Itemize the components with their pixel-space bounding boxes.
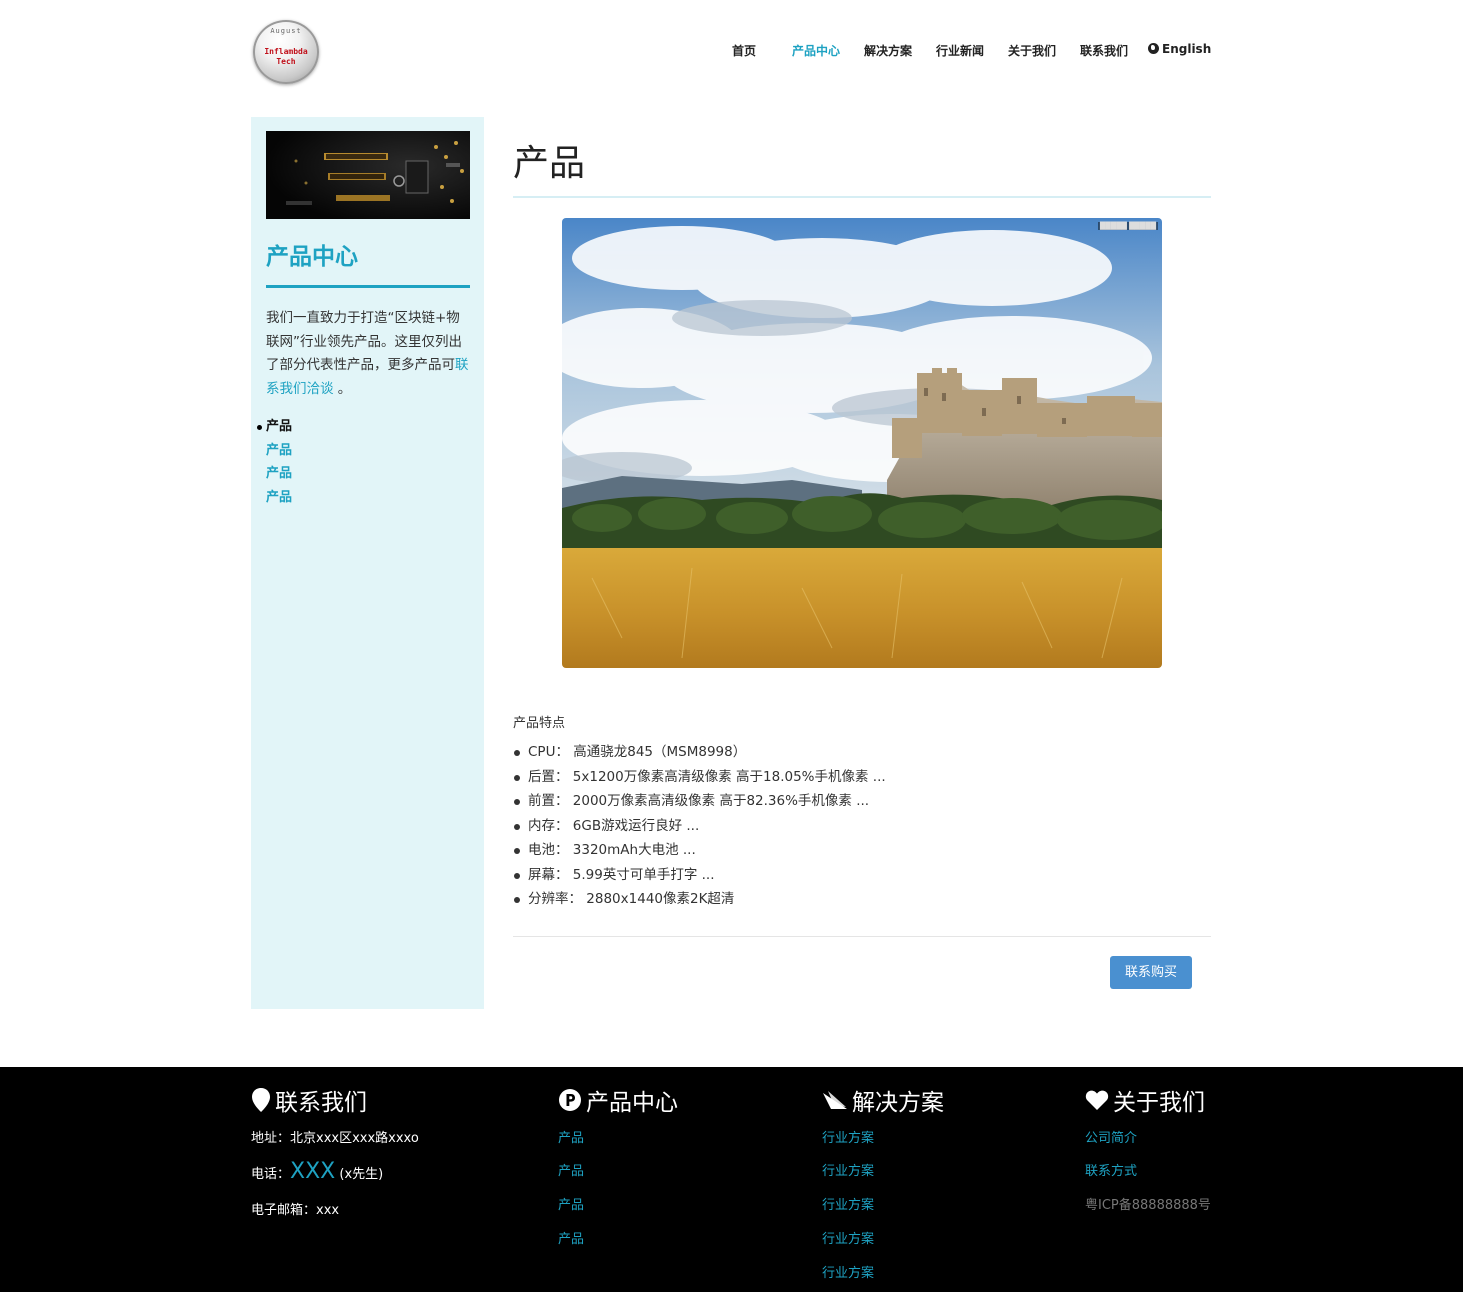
sidebar-item-product-2[interactable]: 产品 — [266, 439, 292, 463]
footer-phone-number[interactable]: XXX — [290, 1159, 335, 1184]
main-nav: 首页 产品中心 解决方案 行业新闻 关于我们 联系我们 English — [0, 42, 1463, 60]
footer-product-link[interactable]: 产品 — [558, 1160, 584, 1179]
product-image: █████ █████ — [562, 218, 1162, 668]
nav-item-products[interactable]: 产品中心 — [792, 42, 840, 59]
nav-item-news[interactable]: 行业新闻 — [936, 42, 984, 59]
sidebar-item-product-4[interactable]: 产品 — [266, 486, 292, 510]
footer: 联系我们 地址：北京xxx区xxx路xxxo 电话：XXX (x先生) 电子邮箱… — [0, 1067, 1463, 1292]
footer-solution-link[interactable]: 行业方案 — [822, 1262, 874, 1281]
image-watermark: █████ █████ — [1097, 222, 1158, 230]
logo-line-1: August — [270, 27, 302, 35]
footer-icp-record: 粤ICP备88888888号 — [1085, 1198, 1211, 1213]
footer-product-link[interactable]: 产品 — [558, 1228, 584, 1247]
footer-phone: 电话：XXX (x先生) — [251, 1159, 383, 1184]
heart-icon — [1085, 1090, 1109, 1110]
nav-english-label: English — [1162, 42, 1212, 56]
page-title: 产品 — [513, 143, 586, 184]
sidebar-title: 产品中心 — [266, 244, 358, 270]
sidebar-description: 我们一直致力于打造“区块链+物联网”行业领先产品。这里仅列出了部分代表性产品，更… — [266, 307, 471, 401]
footer-product-link[interactable]: 产品 — [558, 1194, 584, 1213]
footer-product-link[interactable]: 产品 — [558, 1127, 584, 1146]
footer-about-column: 关于我们 公司简介 联系方式 粤ICP备88888888号 — [1085, 1085, 1255, 1285]
footer-solution-link[interactable]: 行业方案 — [822, 1127, 874, 1146]
sidebar-product-list: 产品 产品 产品 产品 — [256, 415, 292, 510]
footer-products-header: 产品中心 — [558, 1085, 758, 1116]
nav-item-contact[interactable]: 联系我们 — [1080, 42, 1128, 59]
sidebar-description-end: 。 — [337, 380, 352, 397]
footer-solution-link[interactable]: 行业方案 — [822, 1194, 874, 1213]
footer-contact-header: 联系我们 — [251, 1085, 531, 1116]
title-divider — [513, 196, 1211, 198]
footer-contact-column: 联系我们 地址：北京xxx区xxx路xxxo 电话：XXX (x先生) 电子邮箱… — [251, 1085, 531, 1285]
sidebar-item-product-1[interactable]: 产品 — [256, 415, 292, 439]
sidebar-item-product-3[interactable]: 产品 — [266, 462, 292, 486]
features-heading: 产品特点 — [513, 716, 566, 731]
footer-phone-suffix: (x先生) — [339, 1167, 384, 1182]
sidebar-circuit-image — [266, 131, 470, 219]
footer-solutions-column: 解决方案 行业方案 行业方案 行业方案 行业方案 行业方案 — [822, 1085, 1022, 1292]
feature-item: 电池： 3320mAh大电池 ... — [513, 838, 886, 863]
parking-icon — [559, 1089, 581, 1111]
feature-item: CPU： 高通骁龙845（MSM8998） — [513, 740, 886, 765]
contact-purchase-button[interactable]: 联系购买 — [1110, 956, 1192, 989]
content-divider — [513, 936, 1211, 937]
nav-item-about[interactable]: 关于我们 — [1008, 42, 1056, 59]
footer-products-title: 产品中心 — [586, 1090, 678, 1116]
footer-email: 电子邮箱：xxx — [251, 1203, 340, 1218]
footer-solutions-title: 解决方案 — [852, 1090, 944, 1116]
footer-solution-link[interactable]: 行业方案 — [822, 1160, 874, 1179]
footer-phone-label: 电话： — [251, 1167, 291, 1182]
map-marker-icon — [252, 1088, 270, 1112]
globe-icon — [1148, 43, 1159, 54]
footer-company-intro-link[interactable]: 公司简介 — [1085, 1127, 1137, 1146]
footer-products-column: 产品中心 产品 产品 产品 产品 — [558, 1085, 758, 1285]
footer-about-header: 关于我们 — [1085, 1085, 1255, 1116]
feature-item: 前置： 2000万像素高清级像素 高于82.36%手机像素 ... — [513, 789, 886, 814]
feature-item: 分辨率： 2880x1440像素2K超清 — [513, 887, 886, 912]
feature-item: 后置： 5x1200万像素高清级像素 高于18.05%手机像素 ... — [513, 765, 886, 790]
footer-address: 地址：北京xxx区xxx路xxxo — [251, 1131, 419, 1146]
footer-solutions-header: 解决方案 — [822, 1085, 1022, 1116]
footer-about-title: 关于我们 — [1113, 1090, 1205, 1116]
footer-solution-link[interactable]: 行业方案 — [822, 1228, 874, 1247]
footer-contact-info-link[interactable]: 联系方式 — [1085, 1160, 1137, 1179]
paper-plane-icon — [823, 1091, 847, 1109]
sidebar-description-text: 我们一直致力于打造“区块链+物联网”行业领先产品。这里仅列出了部分代表性产品，更… — [266, 310, 462, 373]
feature-item: 屏幕： 5.99英寸可单手打字 ... — [513, 863, 886, 888]
nav-item-solutions[interactable]: 解决方案 — [864, 42, 912, 59]
nav-item-english[interactable]: English — [1148, 42, 1211, 56]
footer-contact-title: 联系我们 — [275, 1090, 367, 1116]
sidebar-divider — [266, 285, 470, 288]
sidebar: 产品中心 我们一直致力于打造“区块链+物联网”行业领先产品。这里仅列出了部分代表… — [251, 117, 484, 1009]
feature-item: 内存： 6GB游戏运行良好 ... — [513, 814, 886, 839]
nav-item-home[interactable]: 首页 — [732, 42, 756, 59]
features-list: CPU： 高通骁龙845（MSM8998） 后置： 5x1200万像素高清级像素… — [513, 740, 886, 912]
